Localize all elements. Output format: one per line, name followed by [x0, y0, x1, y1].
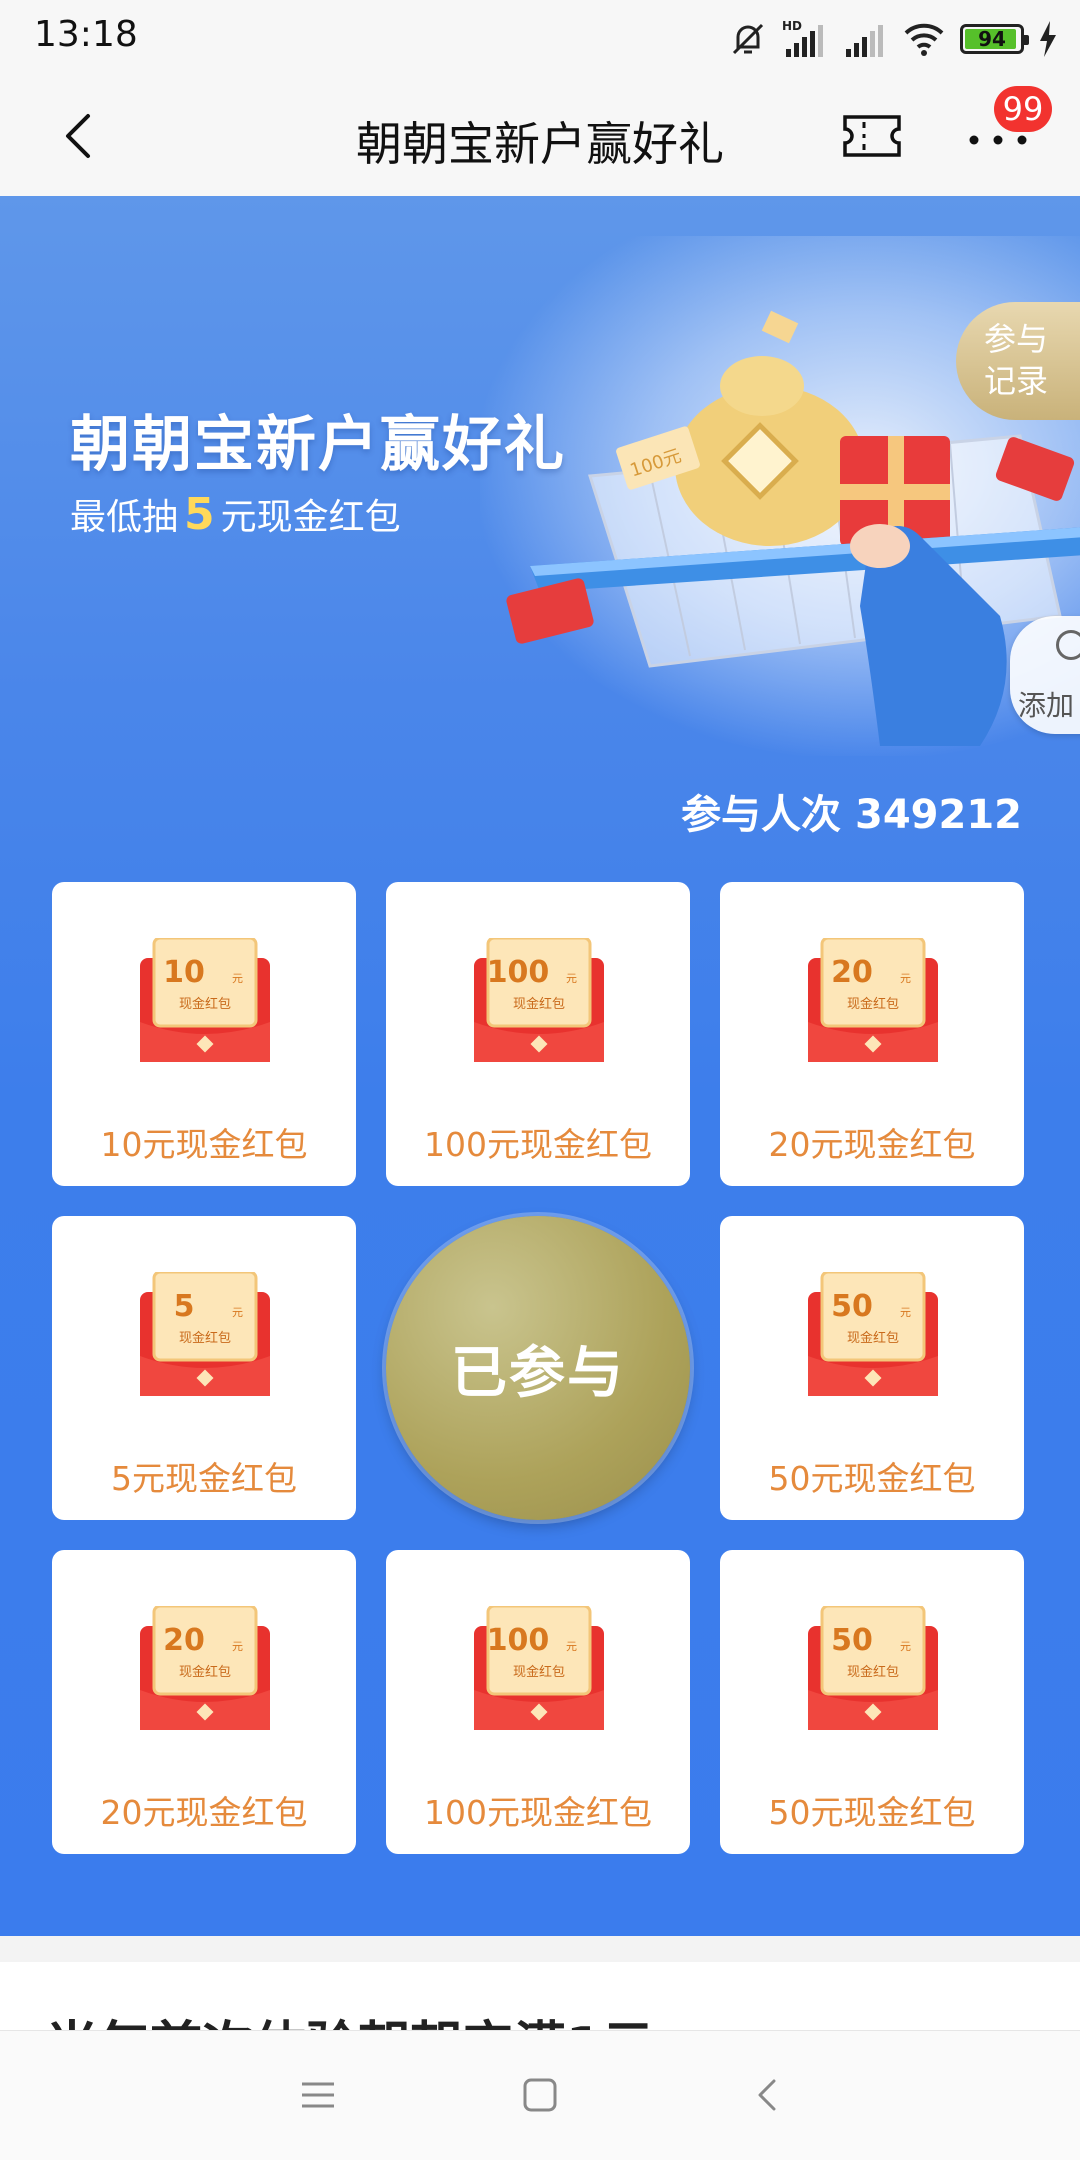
status-icons: HD 94 [728, 16, 1058, 62]
lower-heading: 当年首次体验朝朝宝满1元 [46, 2010, 1046, 2030]
envelope-amount: 10 [163, 955, 205, 990]
envelope-caption: 现金红包 [513, 1664, 565, 1680]
envelope-unit: 元 [566, 1640, 577, 1653]
envelope-unit: 元 [566, 972, 577, 985]
envelope-unit: 元 [232, 972, 243, 985]
prize-label: 5元现金红包 [111, 1459, 297, 1498]
red-envelope-icon: 10 元现金红包 [140, 938, 270, 1062]
red-envelope-icon: 20 元现金红包 [140, 1606, 270, 1730]
hd-label: HD [782, 19, 802, 33]
prize-label: 10元现金红包 [100, 1125, 308, 1164]
red-envelope-icon: 100 元现金红包 [474, 1606, 604, 1730]
envelope-amount: 20 [831, 955, 873, 990]
wifi-icon [904, 23, 944, 56]
envelope-caption: 现金红包 [513, 996, 565, 1012]
envelope-caption: 现金红包 [847, 1330, 899, 1346]
envelope-caption: 现金红包 [179, 1330, 231, 1346]
prize-grid: 已参与 10 元现金红包 10元现金红包 100 元现金红包 100元现金红包 20 元现金红… [52, 882, 1026, 1856]
ticket-icon[interactable] [842, 114, 902, 158]
envelope-unit: 元 [900, 972, 911, 985]
lower-heading-text: 当年首次体验朝朝宝满1元 [46, 2010, 1046, 2030]
envelope-amount: 50 [831, 1623, 873, 1658]
prize-card[interactable]: 10 元现金红包 10元现金红包 [52, 882, 356, 1186]
envelope-unit: 元 [232, 1640, 243, 1653]
hero-sub-number: 5 [184, 489, 215, 540]
signal-icon [846, 25, 883, 57]
participation-number: 349212 [855, 792, 1022, 838]
prize-label: 100元现金红包 [424, 1793, 652, 1832]
hero-subtitle: 最低抽 5 元现金红包 [70, 488, 401, 540]
hero-banner: 100元 朝朝宝新户赢好礼 最低抽 5 元现金红包 [0, 196, 1080, 756]
envelope-amount: 20 [163, 1623, 205, 1658]
envelope-unit: 元 [232, 1306, 243, 1319]
system-back-icon[interactable] [748, 2075, 788, 2115]
menu-icon[interactable] [298, 2075, 338, 2115]
add-button[interactable]: 添加 [1010, 616, 1080, 734]
status-bar: 13:18 HD 94 [0, 0, 1080, 78]
prize-card[interactable]: 5 元现金红包 5元现金红包 [52, 1216, 356, 1520]
hero-title: 朝朝宝新户赢好礼 [70, 410, 566, 480]
prize-card[interactable]: 50 元现金红包 50元现金红包 [720, 1550, 1024, 1854]
red-envelope-icon: 50 元现金红包 [808, 1272, 938, 1396]
nav-bar: 朝朝宝新户赢好礼 99 [0, 78, 1080, 196]
prize-card[interactable]: 20 元现金红包 20元现金红包 [52, 1550, 356, 1854]
prize-label: 20元现金红包 [100, 1793, 308, 1832]
prize-label: 100元现金红包 [424, 1125, 652, 1164]
home-icon[interactable] [520, 2075, 560, 2115]
envelope-amount: 5 [174, 1289, 195, 1324]
charging-bolt-icon [1040, 21, 1056, 57]
record-line1: 参与 [983, 320, 1048, 358]
red-envelope-icon: 100 元现金红包 [474, 938, 604, 1062]
prize-label: 20元现金红包 [768, 1125, 976, 1164]
prize-label: 50元现金红包 [768, 1459, 976, 1498]
participation-label: 参与人次 [681, 792, 842, 838]
envelope-amount: 100 [487, 1623, 550, 1658]
clock-icon [1056, 630, 1080, 660]
participation-record-button[interactable]: 参与 记录 [956, 302, 1080, 420]
prize-card[interactable]: 50 元现金红包 50元现金红包 [720, 1216, 1024, 1520]
main-content: 100元 朝朝宝新户赢好礼 最低抽 5 元现金红包 参与 记录 添加 参与人次 34… [0, 196, 1080, 1936]
envelope-caption: 现金红包 [179, 996, 231, 1012]
prize-card[interactable]: 20 元现金红包 20元现金红包 [720, 882, 1024, 1186]
envelope-amount: 100 [487, 955, 550, 990]
joined-button[interactable]: 已参与 [386, 1216, 690, 1520]
envelope-unit: 元 [900, 1640, 911, 1653]
notification-badge: 99 [994, 86, 1052, 132]
red-envelope-icon: 5 元现金红包 [140, 1272, 270, 1396]
red-envelope-icon: 50 元现金红包 [808, 1606, 938, 1730]
prize-label: 50元现金红包 [768, 1793, 976, 1832]
battery-level: 94 [978, 27, 1006, 51]
red-envelope-icon: 20 元现金红包 [808, 938, 938, 1062]
participation-count: 参与人次 349212 [681, 782, 1022, 840]
hero-sub-prefix: 最低抽 [70, 497, 179, 538]
mute-bell-icon [732, 23, 764, 55]
joined-label: 已参与 [451, 1340, 625, 1406]
prize-card[interactable]: 100 元现金红包 100元现金红包 [386, 882, 690, 1186]
status-time: 13:18 [34, 14, 138, 55]
battery-icon: 94 [960, 24, 1029, 54]
envelope-caption: 现金红包 [179, 1664, 231, 1680]
envelope-caption: 现金红包 [847, 996, 899, 1012]
record-line2: 记录 [983, 362, 1048, 400]
add-label: 添加 [1018, 689, 1075, 722]
signal-hd-icon: HD [782, 19, 823, 57]
envelope-amount: 50 [831, 1289, 873, 1324]
page-title: 朝朝宝新户赢好礼 [356, 117, 724, 171]
envelope-caption: 现金红包 [847, 1664, 899, 1680]
system-nav-bar [0, 2030, 1080, 2160]
envelope-unit: 元 [900, 1306, 911, 1319]
prize-card[interactable]: 100 元现金红包 100元现金红包 [386, 1550, 690, 1854]
hero-sub-suffix: 元现金红包 [220, 497, 401, 538]
